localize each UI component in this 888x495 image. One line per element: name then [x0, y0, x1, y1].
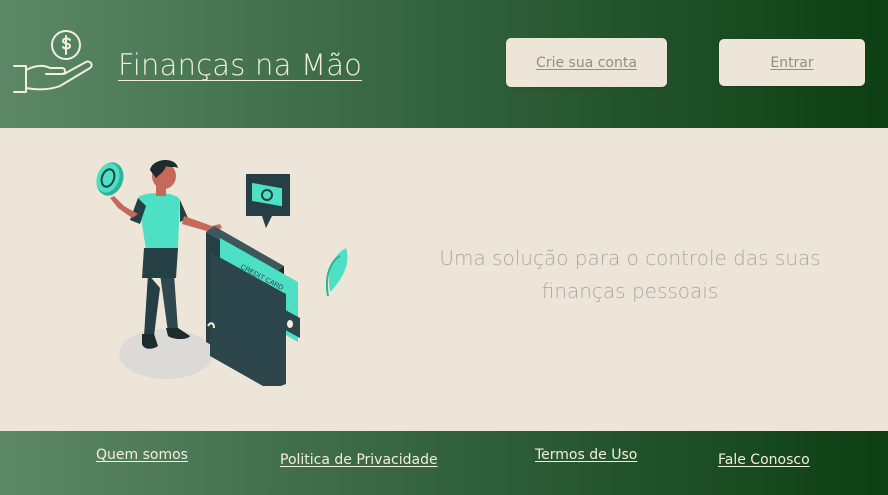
footer-link-privacy[interactable]: Politica de Privacidade [280, 452, 438, 468]
site-footer: Quem somos Politica de Privacidade Termo… [0, 431, 888, 495]
brand-title[interactable]: Finanças na Mão [118, 48, 362, 82]
hand-holding-dollar-icon [13, 30, 93, 93]
hero-tagline: Uma solução para o controle das suas fin… [439, 246, 821, 303]
coin-icon [96, 162, 124, 196]
login-button[interactable]: Entrar [719, 39, 865, 86]
footer-link-contact[interactable]: Fale Conosco [718, 452, 810, 468]
person-with-wallet-illustration: CREDIT CARD [96, 159, 348, 386]
leaf-icon [326, 248, 348, 297]
footer-link-terms[interactable]: Termos de Uso [535, 447, 637, 463]
hero-section: CREDIT CARD Uma solução para o controle … [0, 128, 888, 431]
wallet-icon: CREDIT CARD [206, 226, 300, 386]
money-bubble-icon [246, 174, 290, 228]
signup-button[interactable]: Crie sua conta [506, 38, 667, 87]
person-figure [110, 159, 222, 349]
site-header: Finanças na Mão Crie sua conta Entrar [0, 0, 888, 128]
footer-link-about[interactable]: Quem somos [96, 447, 188, 463]
